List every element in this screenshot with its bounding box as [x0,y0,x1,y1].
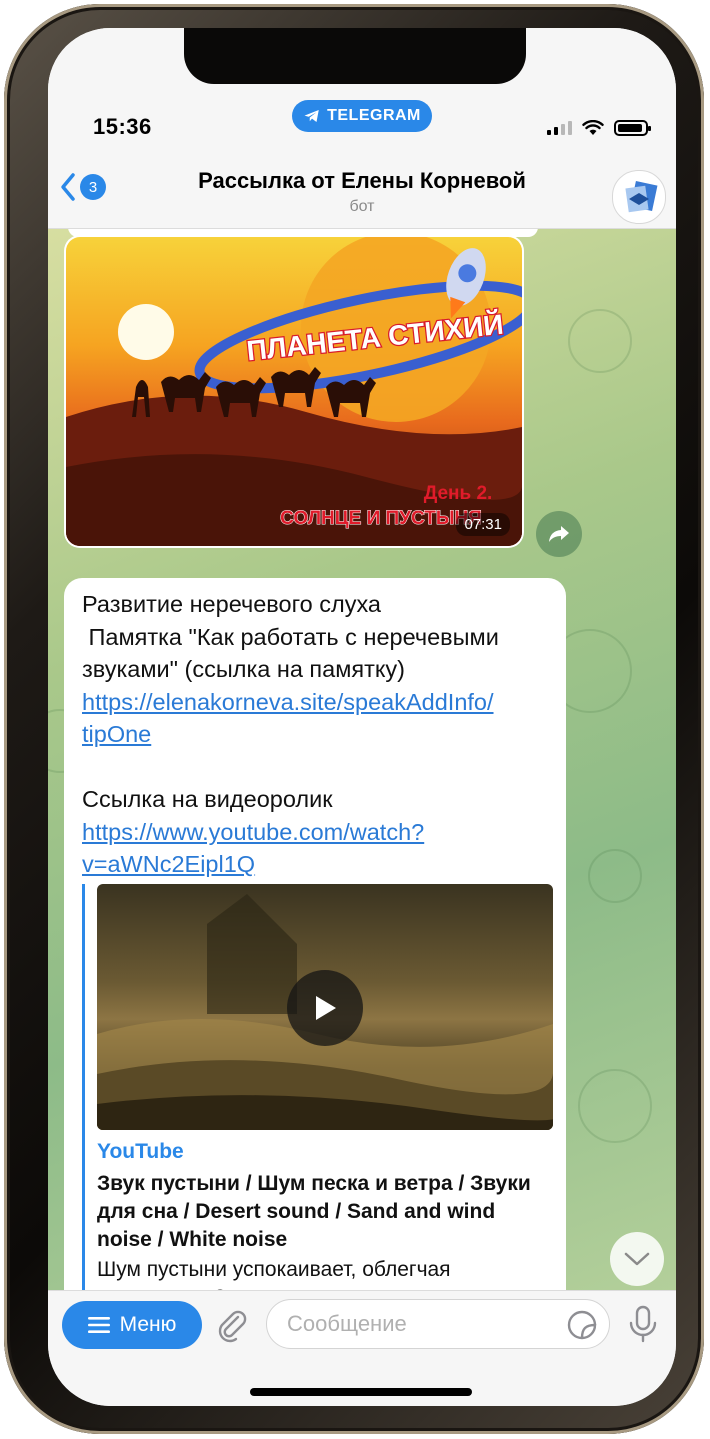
message-line: Ссылка на видеоролик [82,786,333,812]
video-duration: 07:31 [456,513,510,536]
status-time: 15:36 [93,114,152,139]
youtube-link[interactable]: https://www.youtube.com/watch? [82,816,552,849]
telegram-pill-label: TELEGRAM [327,107,421,124]
microphone-icon[interactable] [626,1305,660,1343]
chat-header: 3 Рассылка от Елены Корневой бот [48,158,676,229]
wallpaper-doodle [578,1069,652,1143]
signal-icon [547,121,572,135]
preview-image[interactable] [97,884,553,1130]
chat-title[interactable]: Рассылка от Елены Корневой [48,168,676,194]
preview-site-name: YouTube [97,1140,184,1163]
telegram-icon [304,110,319,122]
message-body: Развитие неречевого слуха Памятка "Как р… [82,588,552,881]
sticker-icon[interactable] [566,1309,598,1341]
forward-icon [549,526,569,542]
text-message: Развитие неречевого слуха Памятка "Как р… [64,578,566,1290]
preview-title: Звук пустыни / Шум песка и ветра / Звуки… [97,1172,531,1251]
avatar[interactable] [612,170,666,224]
battery-icon [614,120,651,136]
scroll-down-button[interactable] [610,1232,664,1286]
wallpaper-doodle [568,309,632,373]
chat-area[interactable]: ПЛАНЕТА СТИХИЙ День 2. СОЛНЦЕ И ПУСТЫНЯ … [48,229,676,1290]
menu-button-label: Меню [119,1313,177,1336]
forward-button[interactable] [536,511,582,557]
chat-subtitle: бот [349,198,375,215]
notch [184,28,526,84]
memo-link-continued[interactable]: tipOne [82,718,552,751]
paperclip-icon[interactable] [214,1307,250,1343]
message-line: Развитие неречевого слуха [82,591,382,617]
message-line: Памятка "Как работать с неречевыми [82,623,499,650]
wallpaper-doodle [588,849,642,903]
video-thumbnail[interactable]: ПЛАНЕТА СТИХИЙ День 2. СОЛНЦЕ И ПУСТЫНЯ … [66,237,522,546]
telegram-pill[interactable]: TELEGRAM [292,100,432,132]
bot-avatar-icon [625,180,658,213]
thumb-title: ПЛАНЕТА СТИХИЙ [245,308,505,367]
play-button[interactable] [287,970,363,1046]
wifi-icon [582,120,604,135]
link-preview[interactable]: YouTube Звук пустыни / Шум песка и ветра… [82,884,555,1290]
menu-button[interactable]: Меню [62,1301,202,1349]
youtube-link-continued[interactable]: v=aWNc2Eipl1Q [82,848,552,881]
status-icons [547,120,651,136]
chevron-down-icon [624,1252,650,1266]
menu-icon [87,1317,110,1333]
video-message[interactable]: ПЛАНЕТА СТИХИЙ День 2. СОЛНЦЕ И ПУСТЫНЯ … [64,235,524,548]
memo-link[interactable]: https://elenakorneva.site/speakAddInfo/ [82,686,552,719]
play-icon [316,996,336,1020]
screen: 15:36 TELEGRAM 3 Рассылка от Елены Корне… [48,28,676,1406]
message-line: звуками" (ссылка на памятку) [82,656,405,682]
video-thumbnail-text: ПЛАНЕТА СТИХИЙ День 2. СОЛНЦЕ И ПУСТЫНЯ [244,306,506,529]
message-input[interactable] [266,1299,610,1349]
thumb-subtitle: СОЛНЦЕ И ПУСТЫНЯ [280,508,482,529]
preview-description: Шум пустыни успокаивает, облегчая засыпа… [97,1258,461,1290]
thumb-day: День 2. [424,483,493,504]
home-indicator[interactable] [250,1388,472,1396]
